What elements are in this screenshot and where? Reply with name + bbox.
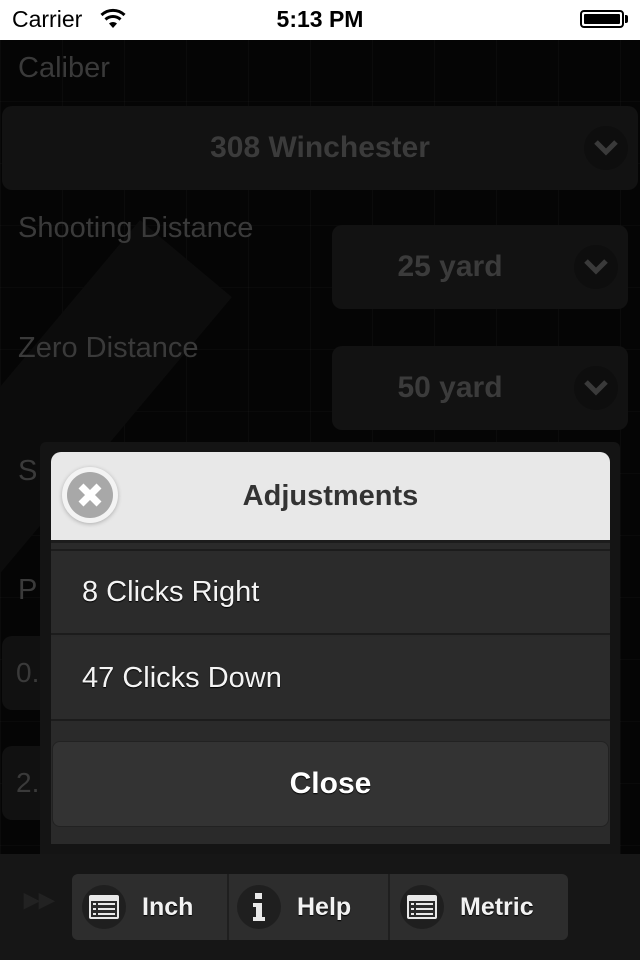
help-label: Help: [297, 892, 352, 921]
adjustments-dialog: Adjustments 8 Clicks Right 47 Clicks Dow…: [51, 452, 610, 844]
battery-tip: [625, 15, 628, 23]
dialog-header: Adjustments: [51, 452, 610, 543]
metric-button[interactable]: Metric: [390, 874, 568, 940]
inch-button[interactable]: Inch: [72, 874, 229, 940]
chevron-down-icon: [574, 366, 618, 410]
metric-label: Metric: [460, 892, 534, 921]
bottom-nav: Inch Help Metric: [72, 874, 568, 940]
adjustment-item-windage: 8 Clicks Right: [51, 551, 610, 635]
close-button[interactable]: Close: [52, 741, 609, 827]
double-chevron-right-icon: ▸▸: [24, 883, 55, 916]
caliber-select[interactable]: 308 Winchester: [2, 106, 638, 190]
battery-icon: [580, 10, 624, 28]
chevron-down-icon: [584, 126, 628, 170]
shooting-distance-value: 25 yard: [397, 250, 503, 283]
status-bar: Carrier 5:13 PM: [0, 0, 640, 40]
shooting-distance-select[interactable]: 25 yard: [332, 225, 628, 309]
info-icon: [237, 885, 281, 929]
partial-label-p: P: [18, 574, 38, 606]
clock: 5:13 PM: [276, 6, 364, 32]
partial-label-s: S: [18, 455, 38, 487]
inch-label: Inch: [142, 892, 194, 921]
footer-bar: ▸▸ Get Scope Adjustment Inch Help Metric: [0, 854, 640, 960]
list-divider: [51, 543, 610, 551]
help-button[interactable]: Help: [229, 874, 390, 940]
zero-distance-value: 50 yard: [397, 371, 503, 404]
close-icon: [67, 472, 113, 518]
list-icon: [400, 885, 444, 929]
adjustment-item-elevation: 47 Clicks Down: [51, 637, 610, 721]
chevron-down-icon: [574, 245, 618, 289]
caliber-label: Caliber: [18, 52, 110, 84]
caliber-value: 308 Winchester: [210, 131, 430, 164]
shooting-distance-label: Shooting Distance: [18, 212, 254, 244]
list-icon: [82, 885, 126, 929]
zero-distance-select[interactable]: 50 yard: [332, 346, 628, 430]
dialog-close-icon-button[interactable]: [62, 467, 118, 523]
zero-distance-label: Zero Distance: [18, 332, 199, 364]
dialog-title: Adjustments: [242, 480, 419, 512]
